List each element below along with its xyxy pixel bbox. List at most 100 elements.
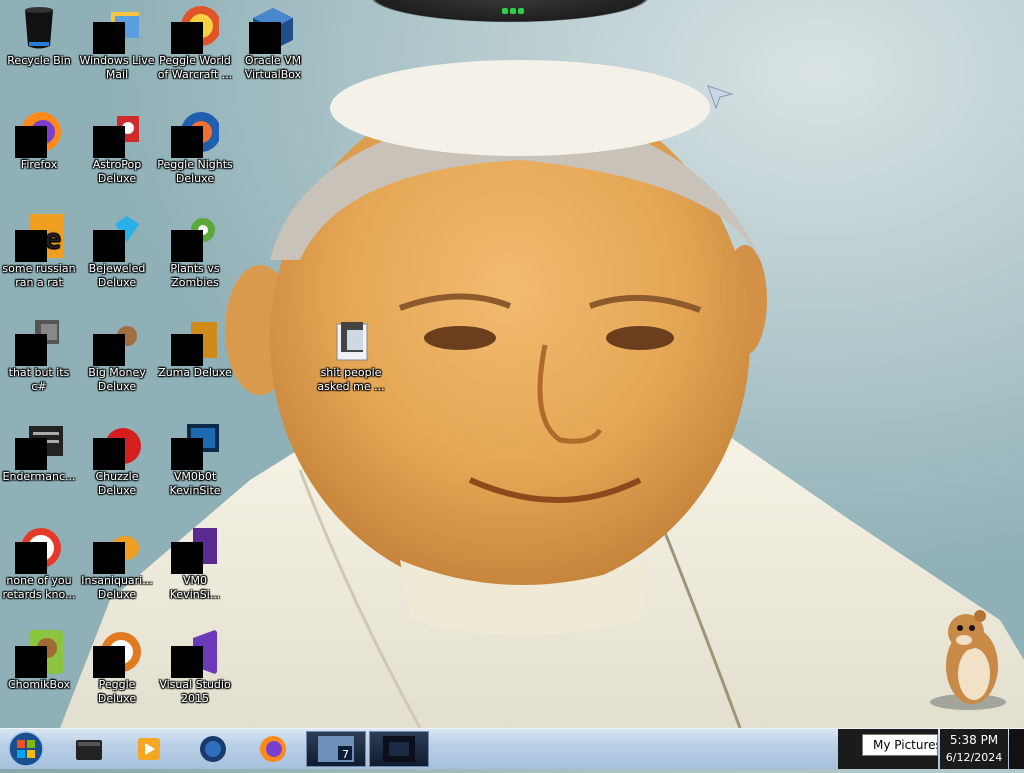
icon-label: Endermanc... xyxy=(2,470,76,483)
document-icon xyxy=(171,524,219,574)
icon-label: Firefox xyxy=(20,158,58,171)
taskbar-media-player[interactable] xyxy=(122,731,176,767)
desktop-icon-bejeweled[interactable]: Bejeweled Deluxe xyxy=(78,212,156,290)
vmware-icon: 7 xyxy=(318,736,354,762)
hamster-mascot-icon xyxy=(930,610,1006,710)
desktop-icon-endermanch[interactable]: Endermanc... xyxy=(0,420,78,484)
peggle-icon xyxy=(171,4,221,54)
desktop-icon-some-russian[interactable]: e some russian ran a rat xyxy=(0,212,78,290)
desktop-icon-peggle-wow[interactable]: Peggle World of Warcraft ... xyxy=(156,4,234,82)
desktop-icon-vm0b0t[interactable]: VM0b0t KevinSite xyxy=(156,420,234,498)
redaction-box xyxy=(93,230,125,262)
mail-icon xyxy=(93,4,141,54)
app-icon: e xyxy=(15,212,63,262)
desktop-icon-virtualbox[interactable]: Oracle VM VirtualBox xyxy=(234,4,312,82)
desktop-icon-zuma[interactable]: Zuma Deluxe xyxy=(156,316,234,380)
globe-icon xyxy=(200,736,226,762)
desktop-icon-folder[interactable]: shit people asked me ... xyxy=(312,316,390,394)
desktop-icon-big-money[interactable]: Big Money Deluxe xyxy=(78,316,156,394)
icon-label: Peggle Nights Deluxe xyxy=(157,158,233,185)
redaction-box xyxy=(93,646,125,678)
clock-date: 6/12/2024 xyxy=(945,751,1003,764)
redaction-box xyxy=(171,438,203,470)
desktop-icon-chuzzle[interactable]: Chuzzle Deluxe xyxy=(78,420,156,498)
icon-label: Insaniquari... Deluxe xyxy=(81,574,153,601)
desktop-icon-peggle-nights[interactable]: Peggle Nights Deluxe xyxy=(156,108,234,186)
notch-indicator-icon xyxy=(502,8,524,14)
money-bag-icon xyxy=(93,316,141,366)
desktop-icon-peggle-deluxe[interactable]: Peggle Deluxe xyxy=(78,628,156,706)
redaction-box xyxy=(15,438,47,470)
desktop-icon-astropop[interactable]: AstroPop Deluxe xyxy=(78,108,156,186)
icon-label: Plants vs Zombies xyxy=(170,262,220,289)
icon-label: VM0b0t KevinSite xyxy=(169,470,221,497)
redaction-box xyxy=(15,646,47,678)
peggle-icon xyxy=(171,108,221,158)
icon-label: that but its c# xyxy=(8,366,70,393)
start-button[interactable] xyxy=(4,730,48,768)
system-clock[interactable]: 5:38 PM 6/12/2024 xyxy=(940,729,1008,769)
redaction-box xyxy=(93,438,125,470)
redaction-box xyxy=(93,22,125,54)
visual-studio-icon xyxy=(171,628,219,678)
desktop-icon-insaniquarium[interactable]: Insaniquari... Deluxe xyxy=(78,524,156,602)
icon-label: Peggle Deluxe xyxy=(97,678,137,705)
icon-label: Visual Studio 2015 xyxy=(159,678,231,705)
chomikbox-icon xyxy=(15,628,63,678)
recycle-bin-icon xyxy=(15,4,63,52)
icon-label: some russian ran a rat xyxy=(2,262,76,289)
virtualbox-icon xyxy=(249,4,297,54)
icon-label: AstroPop Deluxe xyxy=(92,158,142,185)
gem-icon xyxy=(93,212,141,262)
peggle-icon xyxy=(93,628,141,678)
chuzzle-icon xyxy=(93,420,141,470)
desktop-icon-plants-vs-zombies[interactable]: Plants vs Zombies xyxy=(156,212,234,290)
taskbar-terminal[interactable] xyxy=(369,731,429,767)
tooltip: My Pictures xyxy=(862,734,938,756)
taskbar-media-center[interactable] xyxy=(62,731,116,767)
show-desktop-button[interactable] xyxy=(1009,729,1024,769)
desktop-icon-recycle-bin[interactable]: Recycle Bin xyxy=(0,4,78,68)
redaction-box xyxy=(171,646,203,678)
icon-label: Chuzzle Deluxe xyxy=(95,470,139,497)
redaction-box xyxy=(15,126,47,158)
taskbar-vmware[interactable]: 7 xyxy=(306,731,366,767)
desktop-icon-that-but-c[interactable]: that but its c# xyxy=(0,316,78,394)
redaction-box xyxy=(15,542,47,574)
zuma-icon xyxy=(171,316,219,366)
desktop-icon-windows-live-mail[interactable]: Windows Live Mail xyxy=(78,4,156,82)
redaction-box xyxy=(15,334,47,366)
game-icon xyxy=(93,108,141,158)
redaction-box xyxy=(171,230,203,262)
icon-label: Zuma Deluxe xyxy=(158,366,232,379)
icon-label: Windows Live Mail xyxy=(79,54,155,81)
icon-label: Bejeweled Deluxe xyxy=(88,262,146,289)
taskbar-firefox[interactable] xyxy=(246,731,300,767)
desktop-icon-vm0[interactable]: VM0 KevinSi... xyxy=(156,524,234,602)
redaction-box xyxy=(15,230,47,262)
redaction-box xyxy=(171,22,203,54)
redaction-box xyxy=(171,542,203,574)
desktop-icon-chomikbox[interactable]: ChomikBox xyxy=(0,628,78,692)
desktop-icon-firefox[interactable]: Firefox xyxy=(0,108,78,172)
icon-label: VM0 KevinSi... xyxy=(169,574,221,601)
redaction-box xyxy=(171,334,203,366)
fish-icon xyxy=(93,524,141,574)
icon-label: Big Money Deluxe xyxy=(88,366,146,393)
desktop[interactable]: Recycle Bin Firefox e some russian ran a… xyxy=(0,0,1024,728)
monitor-icon xyxy=(171,420,219,470)
redaction-box xyxy=(171,126,203,158)
folder-icon xyxy=(327,316,375,364)
svg-text:e: e xyxy=(45,225,61,255)
redaction-box xyxy=(93,334,125,366)
window-icon xyxy=(15,420,63,470)
icon-label: Recycle Bin xyxy=(7,54,71,67)
mouse-cursor-icon xyxy=(707,85,734,110)
icon-label: shit people asked me ... xyxy=(317,366,385,393)
desktop-icon-visual-studio[interactable]: Visual Studio 2015 xyxy=(156,628,234,706)
taskbar-globe[interactable] xyxy=(186,731,240,767)
desktop-icon-none-of-you[interactable]: none of you retards kno... xyxy=(0,524,78,602)
icon-label: Oracle VM VirtualBox xyxy=(244,54,302,81)
shortcut-icon xyxy=(15,316,63,366)
icon-label: Peggle World of Warcraft ... xyxy=(157,54,233,81)
